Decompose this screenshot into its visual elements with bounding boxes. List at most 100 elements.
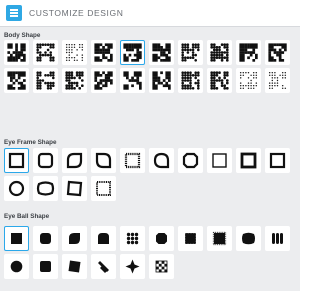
eye-ball-option[interactable] [149,226,174,251]
body-shape-option[interactable] [149,40,174,65]
eye-frame-option[interactable] [207,148,232,173]
eye-frame-option[interactable] [265,148,290,173]
body-shape-option[interactable] [62,68,87,93]
body-shape-option[interactable] [178,68,203,93]
frame-leaf-alt-icon [95,152,112,169]
ball-star-icon [125,259,140,274]
ball-leaf-icon [69,233,80,244]
ball-dotted-square-icon [184,232,197,245]
body-shape-option[interactable] [236,40,261,65]
eye-frame-option[interactable] [4,176,29,201]
ball-diagonal-icon [98,261,109,273]
body-soft-edges-icon [181,71,200,90]
body-shape-option[interactable] [207,68,232,93]
eye-ball-option[interactable] [265,226,290,251]
eye-ball-option[interactable] [120,226,145,251]
body-square-icon [7,43,26,62]
body-dots-icon [65,43,84,62]
eye-ball-option[interactable] [4,254,29,279]
eye-ball-option[interactable] [62,254,87,279]
body-shape-option[interactable] [4,68,29,93]
eye-ball-option[interactable] [149,254,174,279]
eye-ball-option[interactable] [207,226,232,251]
body-dotted-fine-icon [239,71,258,90]
ball-soft-square-icon [40,261,51,272]
eye-ball-option[interactable] [33,226,58,251]
body-small-squares-icon [122,42,142,62]
ball-rounded-top-icon [98,233,109,244]
body-shape-option[interactable] [4,40,29,65]
frame-octagon-icon [182,152,199,169]
eye-ball-option[interactable] [4,226,29,251]
body-shape-option[interactable] [265,68,290,93]
eye-ball-option[interactable] [178,226,203,251]
frame-dotted-icon [124,152,141,169]
eye-frame-option[interactable] [120,148,145,173]
frame-circle-icon [8,180,25,197]
body-shape-option[interactable] [120,68,145,93]
body-shape-option[interactable] [236,68,261,93]
eye-frame-option[interactable] [91,176,116,201]
eye-ball-option[interactable] [91,226,116,251]
body-shape-option[interactable] [265,40,290,65]
eye-frame-shape-title: Eye Frame Shape [4,139,57,146]
eye-ball-option[interactable] [120,254,145,279]
body-shape-option[interactable] [120,40,145,65]
body-shape-option[interactable] [91,40,116,65]
eye-frame-option[interactable] [33,176,58,201]
body-cross-icon [268,43,287,62]
eye-ball-option[interactable] [91,254,116,279]
body-connected-icon [94,71,113,90]
body-circles-icon [181,43,200,62]
body-blocks-icon [210,43,229,62]
body-stars-icon [123,71,142,90]
body-shape-option[interactable] [62,40,87,65]
body-shape-option[interactable] [33,68,58,93]
body-pointed-icon [7,71,26,90]
eye-ball-option[interactable] [236,226,261,251]
eye-ball-shape-title: Eye Ball Shape [4,213,50,220]
body-round-modules-icon [94,43,113,62]
frame-bold-square-icon [240,152,257,169]
body-splash-icon [210,71,229,90]
eye-frame-option[interactable] [4,148,29,173]
body-shape-option[interactable] [178,40,203,65]
body-shape-option[interactable] [33,40,58,65]
eye-frame-option[interactable] [62,176,87,201]
body-shape-title: Body Shape [4,32,41,39]
frame-thin-square-icon [212,153,227,168]
ball-cushion-icon [242,232,255,245]
body-shape-option[interactable] [91,68,116,93]
ball-square-icon [10,232,22,244]
eye-ball-option[interactable] [33,254,58,279]
customize-design-panel: CUSTOMIZE DESIGN Body Shape Eye Frame Sh… [0,0,300,291]
eye-frame-option[interactable] [33,148,58,173]
frame-circle-square-icon [269,152,286,169]
ball-stitched-icon [212,231,227,246]
body-vertical-bars-icon [36,43,55,62]
eye-frame-option[interactable] [91,148,116,173]
frame-dotted-small-icon [96,181,111,196]
ball-rounded-icon [40,233,51,244]
eye-frame-option[interactable] [149,148,174,173]
body-frame-blocks-icon [152,71,171,90]
body-shape-option[interactable] [149,68,174,93]
panel-title: CUSTOMIZE DESIGN [29,8,124,18]
body-leaf-icon [239,43,258,62]
eye-ball-option[interactable] [62,226,87,251]
body-diamond-icon [36,71,55,90]
panel-header: CUSTOMIZE DESIGN [0,0,300,27]
eye-frame-option[interactable] [236,148,261,173]
body-dotted-cluster-icon [268,71,287,90]
body-shape-option[interactable] [207,40,232,65]
eye-frame-option[interactable] [178,148,203,173]
grid-menu-icon [6,5,22,21]
ball-checker-icon [155,260,168,273]
ball-bars-icon [272,233,283,244]
frame-skewed-icon [66,180,83,197]
body-rounded-corners-icon [152,43,171,62]
eye-frame-option[interactable] [62,148,87,173]
frame-rounded-icon [37,152,54,169]
ball-skewed-icon [68,260,81,273]
frame-leaf-icon [66,152,83,169]
